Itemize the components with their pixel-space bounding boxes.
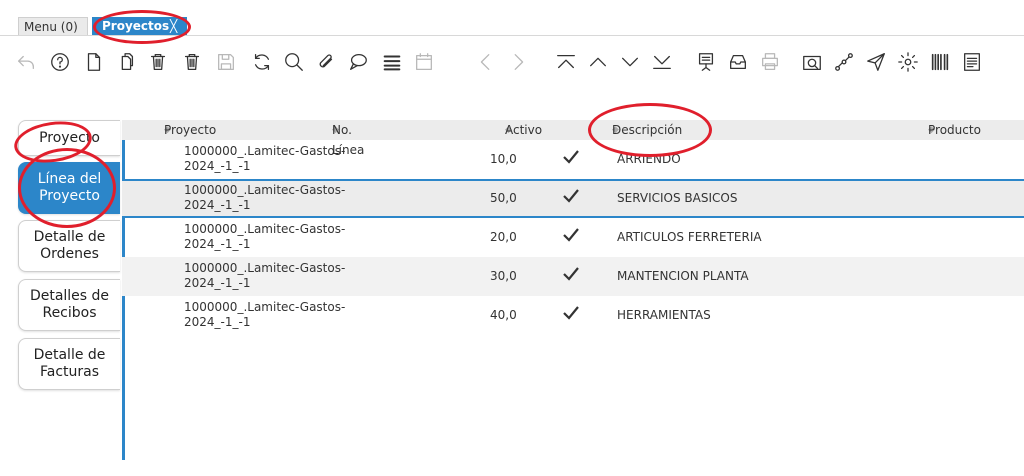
delete-icon[interactable] [146, 50, 170, 74]
cell-no-linea: 30,0 [490, 269, 517, 283]
toolbar [0, 36, 1024, 86]
cell-proyecto: 1000000_.Lamitec-Gastos-2024_-1_-1 [184, 183, 346, 212]
cell-proyecto: 1000000_.Lamitec-Gastos-2024_-1_-1 [184, 222, 346, 251]
table-row[interactable]: 1000000_.Lamitec-Gastos-2024_-1_-1 20,0 … [122, 218, 1024, 257]
delete-selection-icon[interactable] [180, 50, 204, 74]
table-row[interactable]: 1000000_.Lamitec-Gastos-2024_-1_-1 30,0 … [122, 257, 1024, 296]
sidebar-item-linea-del-proyecto[interactable]: Línea del Proyecto [18, 162, 120, 214]
last-record-icon[interactable] [650, 50, 674, 74]
next-icon[interactable] [506, 50, 530, 74]
cell-descripcion: ARTICULOS FERRETERIA [617, 230, 762, 244]
cell-no-linea: 40,0 [490, 308, 517, 322]
checkmark-icon [563, 189, 579, 203]
cell-descripcion: ARRIENDO [617, 152, 681, 166]
checkmark-icon [563, 267, 579, 281]
cell-no-linea: 20,0 [490, 230, 517, 244]
sidebar-item-label: Línea del Proyecto [37, 171, 102, 204]
grid-toggle-icon[interactable] [380, 50, 404, 74]
cell-proyecto: 1000000_.Lamitec-Gastos-2024_-1_-1 [184, 261, 346, 290]
save-icon[interactable] [214, 50, 238, 74]
parent-icon[interactable] [586, 50, 610, 74]
detail-icon[interactable] [618, 50, 642, 74]
report-icon[interactable] [694, 50, 718, 74]
first-record-icon[interactable] [554, 50, 578, 74]
zoom-across-icon[interactable] [800, 50, 824, 74]
barcode-icon[interactable] [928, 50, 952, 74]
summary-icon[interactable] [960, 50, 984, 74]
workflow-icon[interactable] [832, 50, 856, 74]
checkmark-icon [563, 306, 579, 320]
sidebar-item-detalle-de-ordenes[interactable]: Detalle de Ordenes [18, 220, 120, 272]
sidebar-item-label: Detalle de Facturas [33, 347, 106, 380]
previous-icon[interactable] [474, 50, 498, 74]
table-row-selected[interactable]: 1000000_.Lamitec-Gastos-2024_-1_-1 50,0 … [122, 179, 1024, 218]
attachment-icon[interactable] [314, 50, 338, 74]
copy-icon[interactable] [114, 50, 138, 74]
sidebar-item-label: Detalle de Ordenes [33, 229, 106, 262]
sidebar-item-proyecto[interactable]: Proyecto [18, 120, 120, 156]
window-tab-bar: Menu (0) Proyectos ╳ [0, 0, 1024, 36]
archive-icon[interactable] [726, 50, 750, 74]
help-icon[interactable] [48, 50, 72, 74]
chat-icon[interactable] [346, 50, 370, 74]
sidebar-item-label: Proyecto [39, 129, 100, 146]
table-row[interactable]: 1000000_.Lamitec-Gastos-2024_-1_-1 10,0 … [122, 140, 1024, 179]
grid-header: ◆ Proyecto ◆ No. Línea ◆ Activo ◆ Descripció… [122, 120, 1024, 157]
detail-tabs-sidebar: Proyecto Línea del Proyecto Detalle de O… [18, 120, 125, 460]
lines-grid: ◆ Proyecto ◆ No. Línea ◆ Activo ◆ Descripció… [122, 120, 1024, 460]
undo-icon[interactable] [14, 50, 38, 74]
checkmark-icon [563, 150, 579, 164]
sidebar-item-label: Detalles de Recibos [29, 288, 110, 321]
cell-no-linea: 10,0 [490, 152, 517, 166]
cell-descripcion: MANTENCION PLANTA [617, 269, 749, 283]
sidebar-item-detalles-de-recibos[interactable]: Detalles de Recibos [18, 279, 120, 331]
close-icon[interactable]: ╳ [170, 17, 177, 36]
cell-proyecto: 1000000_.Lamitec-Gastos-2024_-1_-1 [184, 144, 346, 173]
cell-descripcion: SERVICIOS BASICOS [617, 191, 738, 205]
cell-no-linea: 50,0 [490, 191, 517, 205]
tab-menu[interactable]: Menu (0) [18, 17, 88, 36]
settings-icon[interactable] [896, 50, 920, 74]
print-icon[interactable] [758, 50, 782, 74]
send-icon[interactable] [864, 50, 888, 74]
tab-menu-label: Menu (0) [24, 20, 78, 34]
table-row[interactable]: 1000000_.Lamitec-Gastos-2024_-1_-1 40,0 … [122, 296, 1024, 335]
sidebar-item-detalle-de-facturas[interactable]: Detalle de Facturas [18, 338, 120, 390]
new-record-icon[interactable] [82, 50, 106, 74]
cell-descripcion: HERRAMIENTAS [617, 308, 711, 322]
cell-proyecto: 1000000_.Lamitec-Gastos-2024_-1_-1 [184, 300, 346, 329]
refresh-icon[interactable] [250, 50, 274, 74]
checkmark-icon [563, 228, 579, 242]
tab-proyectos-label: Proyectos [102, 19, 170, 33]
find-icon[interactable] [282, 50, 306, 74]
tab-proyectos[interactable]: Proyectos ╳ [92, 17, 187, 36]
calendar-icon[interactable] [412, 50, 436, 74]
